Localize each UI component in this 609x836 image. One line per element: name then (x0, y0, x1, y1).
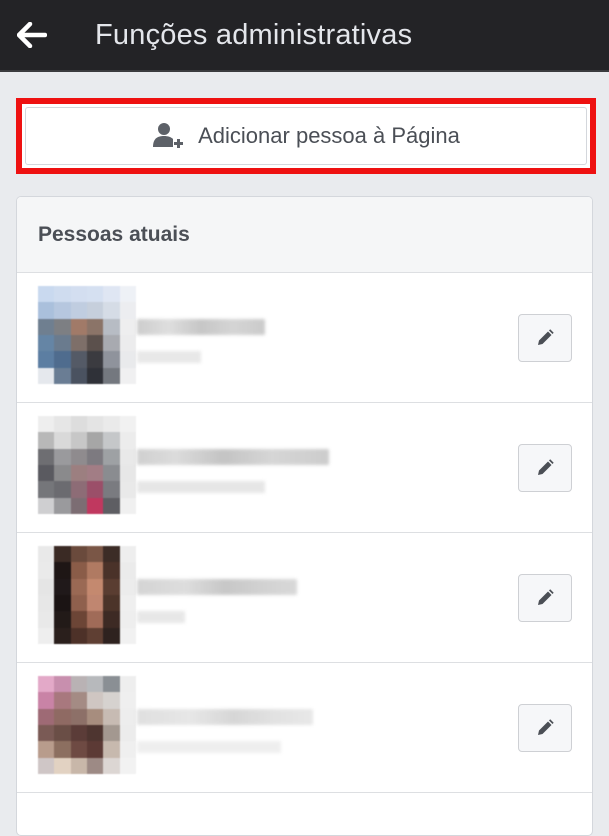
redacted-name (137, 709, 313, 725)
person-row (17, 403, 592, 533)
edit-button[interactable] (518, 444, 572, 492)
add-person-highlight: Adicionar pessoa à Página (16, 98, 596, 174)
add-person-button[interactable]: Adicionar pessoa à Página (25, 107, 587, 165)
avatar (38, 286, 136, 384)
avatar (38, 416, 136, 514)
people-section-title: Pessoas atuais (38, 222, 190, 246)
edit-button[interactable] (518, 574, 572, 622)
pencil-icon (538, 459, 554, 475)
person-row (17, 273, 592, 403)
redacted-role (137, 481, 265, 493)
pencil-icon (538, 719, 554, 735)
person-row (17, 663, 592, 793)
page-title: Funções administrativas (95, 18, 413, 51)
back-button[interactable] (17, 5, 77, 65)
redacted-name (137, 449, 329, 465)
redacted-role (137, 611, 185, 623)
redacted-role (137, 741, 281, 753)
top-bar: Funções administrativas (0, 0, 609, 72)
add-person-icon (153, 123, 184, 148)
people-card-header: Pessoas atuais (17, 197, 592, 273)
pencil-icon (538, 589, 554, 605)
redacted-name (137, 579, 297, 595)
redacted-role (137, 351, 201, 363)
arrow-left-icon (17, 22, 47, 48)
pencil-icon (538, 329, 554, 345)
add-person-label: Adicionar pessoa à Página (198, 123, 460, 148)
people-card: Pessoas atuais (16, 196, 593, 836)
edit-button[interactable] (518, 314, 572, 362)
person-row (17, 533, 592, 663)
edit-button[interactable] (518, 704, 572, 752)
avatar (38, 546, 136, 644)
avatar (38, 676, 136, 774)
redacted-name (137, 319, 265, 335)
